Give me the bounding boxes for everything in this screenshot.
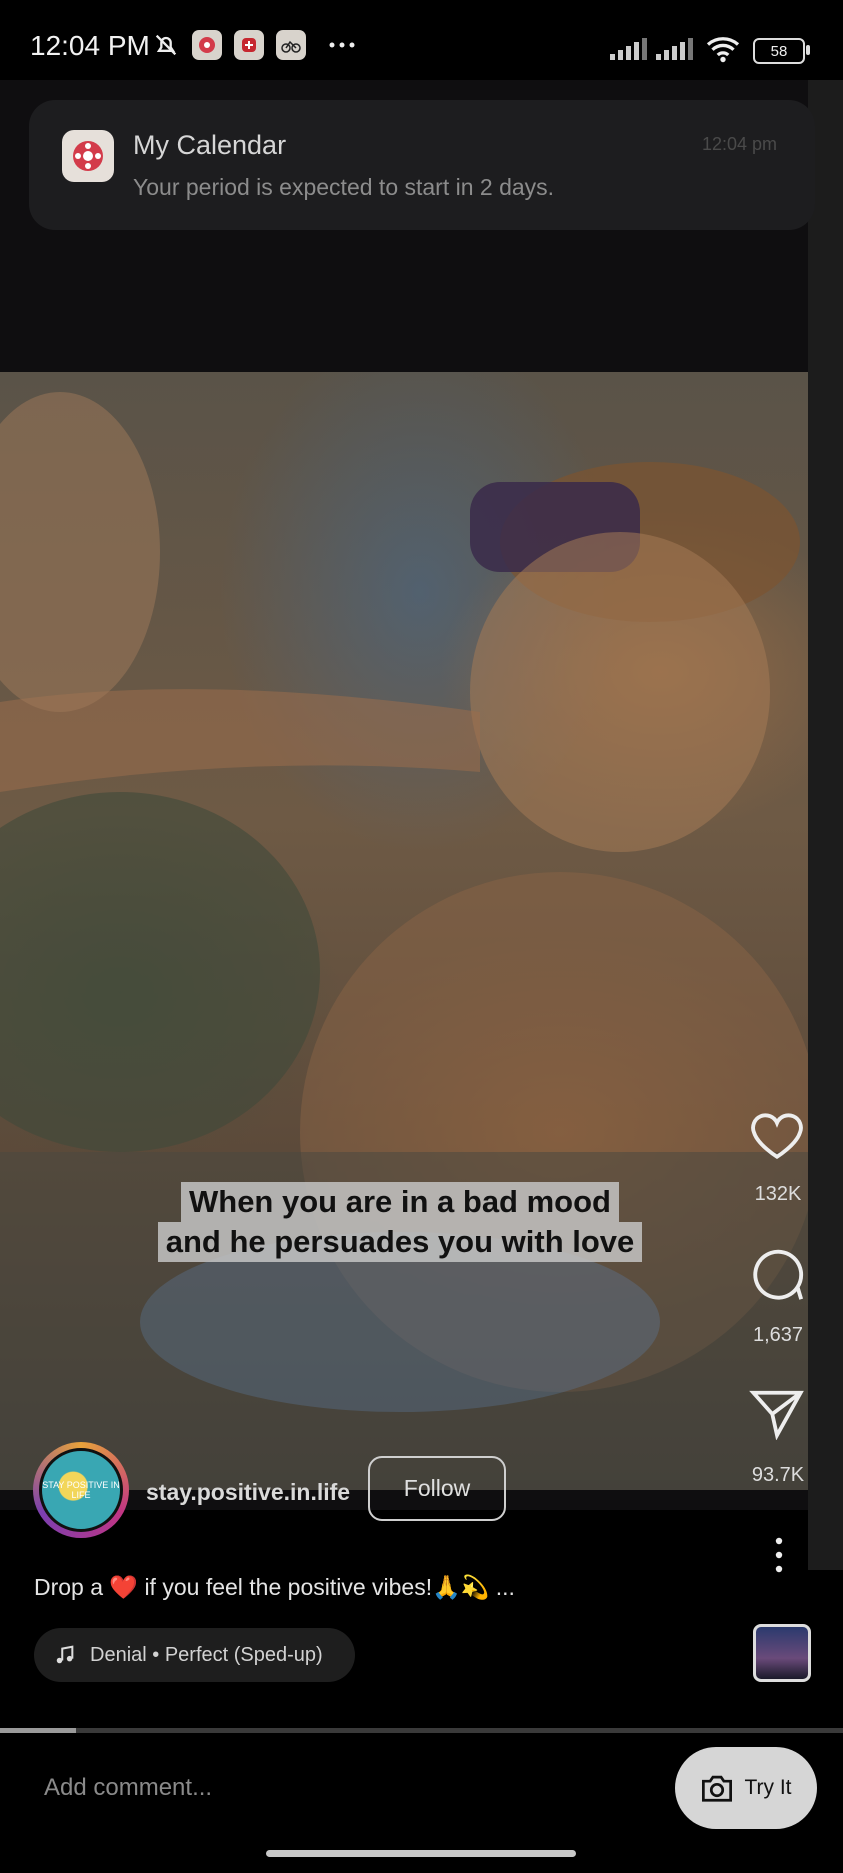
caption-line-1: When you are in a bad mood — [181, 1182, 619, 1222]
comment-placeholder: Add comment... — [44, 1774, 213, 1801]
status-left-icons — [152, 30, 358, 60]
try-it-button[interactable]: Try It — [675, 1747, 817, 1829]
notification-banner[interactable]: My Calendar 12:04 pm Your period is expe… — [29, 100, 815, 230]
video-player[interactable] — [0, 372, 808, 1490]
like-heart-icon[interactable] — [748, 1108, 806, 1162]
cycling-app-icon — [276, 30, 306, 60]
comment-count: 1,637 — [752, 1324, 804, 1346]
status-time: 12:04 PM — [30, 30, 150, 61]
try-it-label: Try It — [744, 1776, 792, 1799]
avatar[interactable]: STAY POSITIVE IN LIFE — [39, 1448, 123, 1532]
avatar-text: STAY POSITIVE IN LIFE — [42, 1480, 120, 1500]
notification-time: 12:04 pm — [701, 134, 777, 154]
caption-line-2: and he persuades you with love — [157, 1222, 643, 1262]
video-scene — [0, 392, 808, 1490]
follow-button[interactable]: Follow — [368, 1456, 506, 1521]
share-count: 93.7K — [751, 1464, 805, 1486]
like-count: 132K — [754, 1183, 802, 1205]
audio-album-thumbnail[interactable] — [753, 1624, 811, 1682]
notification-message: Your period is expected to start in 2 da… — [133, 174, 555, 200]
camera-icon — [702, 1775, 733, 1802]
signal-icon — [610, 38, 647, 60]
comment-bubble-icon[interactable] — [748, 1246, 806, 1304]
music-note-icon — [56, 1645, 74, 1664]
health-app-icon — [234, 30, 264, 60]
notification-title: My Calendar — [133, 130, 287, 160]
home-indicator[interactable] — [266, 1850, 576, 1857]
post-description[interactable]: Drop a ❤️ if you feel the positive vibes… — [34, 1574, 515, 1601]
more-dots-icon — [329, 42, 355, 48]
signal-icon — [656, 38, 693, 60]
more-options-icon[interactable] — [765, 1535, 793, 1575]
battery-tip — [806, 45, 810, 55]
wifi-icon — [706, 37, 740, 63]
battery-level: 58 — [770, 42, 788, 60]
creator-username[interactable]: stay.positive.in.life — [146, 1479, 350, 1506]
music-pill[interactable]: Denial • Perfect (Sped-up) — [34, 1628, 355, 1682]
video-caption: When you are in a bad mood and he persua… — [155, 1182, 645, 1270]
calendar-app-icon — [62, 130, 114, 182]
status-bar: 12:04 PM 58 — [0, 0, 843, 80]
music-title: Denial • Perfect (Sped-up) — [90, 1643, 323, 1666]
share-send-icon[interactable] — [748, 1388, 806, 1440]
calendar-app-icon — [192, 30, 222, 60]
bell-off-icon — [155, 34, 177, 56]
battery-icon: 58 — [753, 38, 805, 64]
